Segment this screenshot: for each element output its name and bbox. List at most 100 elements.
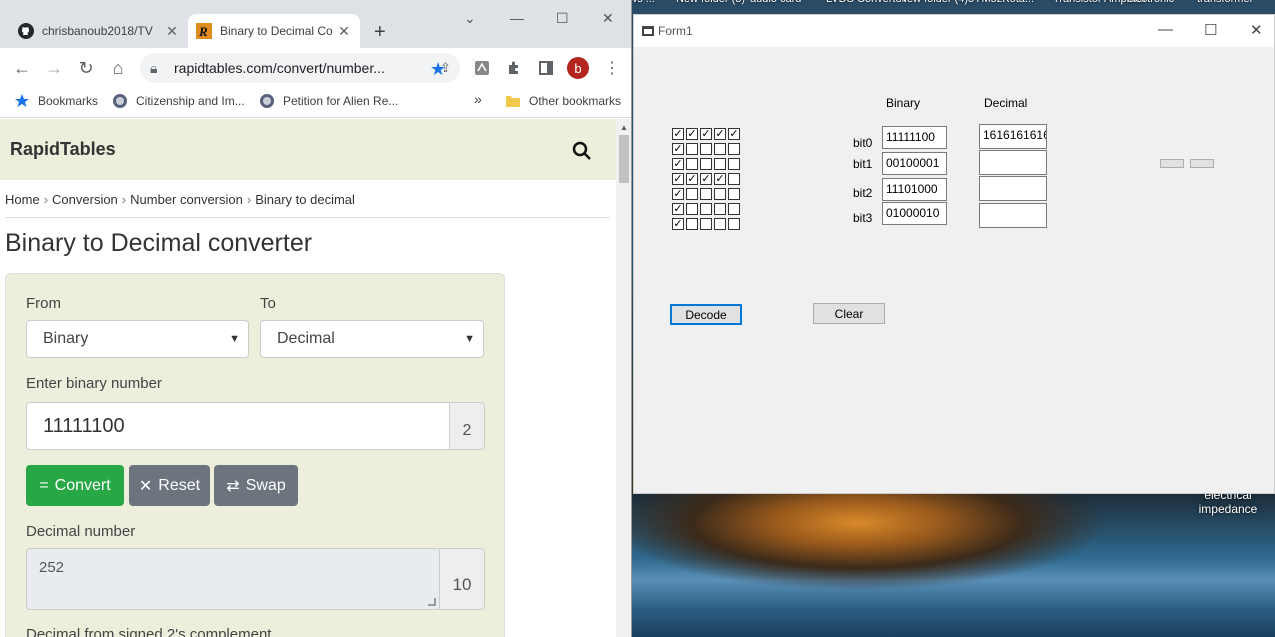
bit-checkbox[interactable] [700,158,712,170]
new-tab-icon[interactable]: + [374,20,386,44]
bit-checkbox[interactable] [714,203,726,215]
url-text: rapidtables.com/convert/number... [174,60,385,76]
from-select[interactable]: Binary ▼ [26,320,249,358]
home-icon[interactable]: ⌂ [106,56,130,80]
bit-checkbox[interactable]: ✓ [700,128,712,140]
bit-checkbox[interactable] [714,188,726,200]
scrollbar-thumb[interactable] [619,135,629,183]
bit-checkbox[interactable] [714,143,726,155]
bit-checkbox[interactable] [728,218,740,230]
binary-input[interactable]: 11111100 [26,402,450,450]
desktop-icon-label[interactable]: transformer [1197,0,1253,5]
minimize-icon[interactable]: — [1158,21,1173,38]
bit-checkbox[interactable] [700,143,712,155]
bit-checkbox[interactable]: ✓ [700,173,712,185]
bit-checkbox[interactable] [700,203,712,215]
bit-checkbox[interactable]: ✓ [686,173,698,185]
maximize-icon[interactable]: ☐ [556,10,569,27]
bookmark-item[interactable]: Petition for Alien Re... [259,93,398,109]
breadcrumb-current[interactable]: Binary to decimal [255,192,355,207]
resize-grip-icon[interactable] [428,598,436,606]
breadcrumb-home[interactable]: Home [5,192,40,207]
chevron-down-icon[interactable]: ⌄ [464,10,476,27]
site-logo[interactable]: RapidTables [10,139,116,160]
bit-checkbox[interactable]: ✓ [672,173,684,185]
bit-checkbox[interactable] [686,143,698,155]
bit-checkbox[interactable]: ✓ [686,128,698,140]
small-button-1[interactable] [1160,159,1184,168]
bit-checkbox[interactable]: ✓ [672,188,684,200]
bit-checkbox[interactable] [700,188,712,200]
desktop-icon-label[interactable]: New folder (4) [899,0,968,5]
bit-checkbox[interactable]: ✓ [672,143,684,155]
minimize-icon[interactable]: — [510,10,524,26]
side-panel-icon[interactable] [536,58,556,78]
clear-button[interactable]: Clear [813,303,885,324]
search-icon[interactable] [572,141,592,166]
bit-checkbox[interactable] [728,143,740,155]
convert-button[interactable]: = Convert [26,465,124,506]
bookmark-item[interactable]: Bookmarks [14,93,98,109]
bit-checkbox[interactable] [728,188,740,200]
desktop-icon-label[interactable]: audio card [750,0,801,5]
swap-button[interactable]: ⇄ Swap [214,465,298,506]
bit-checkbox[interactable]: ✓ [672,203,684,215]
bit-checkbox[interactable] [686,188,698,200]
decimal-field-bit2[interactable] [979,176,1047,201]
breadcrumb-number-conversion[interactable]: Number conversion [130,192,243,207]
bit-checkbox[interactable] [700,218,712,230]
bookmarks-overflow-icon[interactable]: » [474,91,482,107]
close-window-icon[interactable]: ✕ [602,10,614,27]
desktop-icon-label[interactable]: electronic [1127,0,1174,5]
close-tab-icon[interactable]: ✕ [164,23,180,40]
desktop-icon-label[interactable]: New folder (3) [676,0,745,5]
reset-button[interactable]: ✕ Reset [129,465,210,506]
profile-avatar[interactable]: b [567,57,589,79]
binary-field-bit3[interactable]: 01000010 [882,202,947,225]
breadcrumb-conversion[interactable]: Conversion [52,192,118,207]
binary-field-bit1[interactable]: 00100001 [882,152,947,175]
maximize-icon[interactable]: ☐ [1204,21,1217,39]
bit-checkbox[interactable] [686,158,698,170]
page-scrollbar[interactable]: ▲ [616,119,631,637]
puzzle-icon[interactable] [504,58,524,78]
bit-checkbox[interactable]: ✓ [672,128,684,140]
back-icon[interactable]: ← [10,56,34,80]
tab-rapidtables[interactable]: R Binary to Decimal Co ✕ [188,14,360,48]
bit-checkbox[interactable]: ✓ [728,128,740,140]
bit-checkbox[interactable] [728,173,740,185]
tab-github[interactable]: chrisbanoub2018/TV ✕ [10,14,188,48]
close-tab-icon[interactable]: ✕ [336,23,352,40]
forward-icon[interactable]: → [42,56,66,80]
decimal-output[interactable]: 252 [26,548,440,610]
bit-checkbox[interactable] [686,218,698,230]
decimal-field-bit1[interactable] [979,150,1047,175]
close-window-icon[interactable]: ✕ [1250,21,1263,39]
bit-checkbox[interactable] [728,203,740,215]
bit-checkbox[interactable] [714,158,726,170]
scroll-up-icon[interactable]: ▲ [620,123,628,132]
bit-checkbox[interactable] [714,218,726,230]
binary-field-bit2[interactable]: 11101000 [882,178,947,201]
bookmark-item[interactable]: Other bookmarks [505,93,621,109]
menu-icon[interactable]: ⋮ [604,58,620,78]
small-button-2[interactable] [1190,159,1214,168]
bit-checkbox[interactable] [728,158,740,170]
bit-checkbox[interactable]: ✓ [714,173,726,185]
bit-checkbox[interactable]: ✓ [714,128,726,140]
bookmark-item[interactable]: Citizenship and Im... [112,93,245,109]
bit-checkbox[interactable] [686,203,698,215]
bit-checkbox[interactable]: ✓ [672,158,684,170]
to-select[interactable]: Decimal ▼ [260,320,484,358]
address-bar[interactable]: 🔒︎ rapidtables.com/convert/number... ⇪ [140,53,460,83]
desktop-icon-label[interactable]: LVDS Converter [826,0,905,5]
desktop-icon-label[interactable]: 3YM5zKota... [968,0,1034,5]
binary-field-bit0[interactable]: 11111100 [882,126,947,149]
decode-button[interactable]: Decode [670,304,742,325]
decimal-field-bit0[interactable]: 1616161616 [979,124,1047,149]
decimal-field-bit3[interactable] [979,203,1047,228]
bit-checkbox[interactable]: ✓ [672,218,684,230]
reload-icon[interactable]: ↻ [74,56,98,80]
bookmark-star-icon[interactable]: ★ [430,59,446,80]
pdf-extension-icon[interactable] [472,58,492,78]
